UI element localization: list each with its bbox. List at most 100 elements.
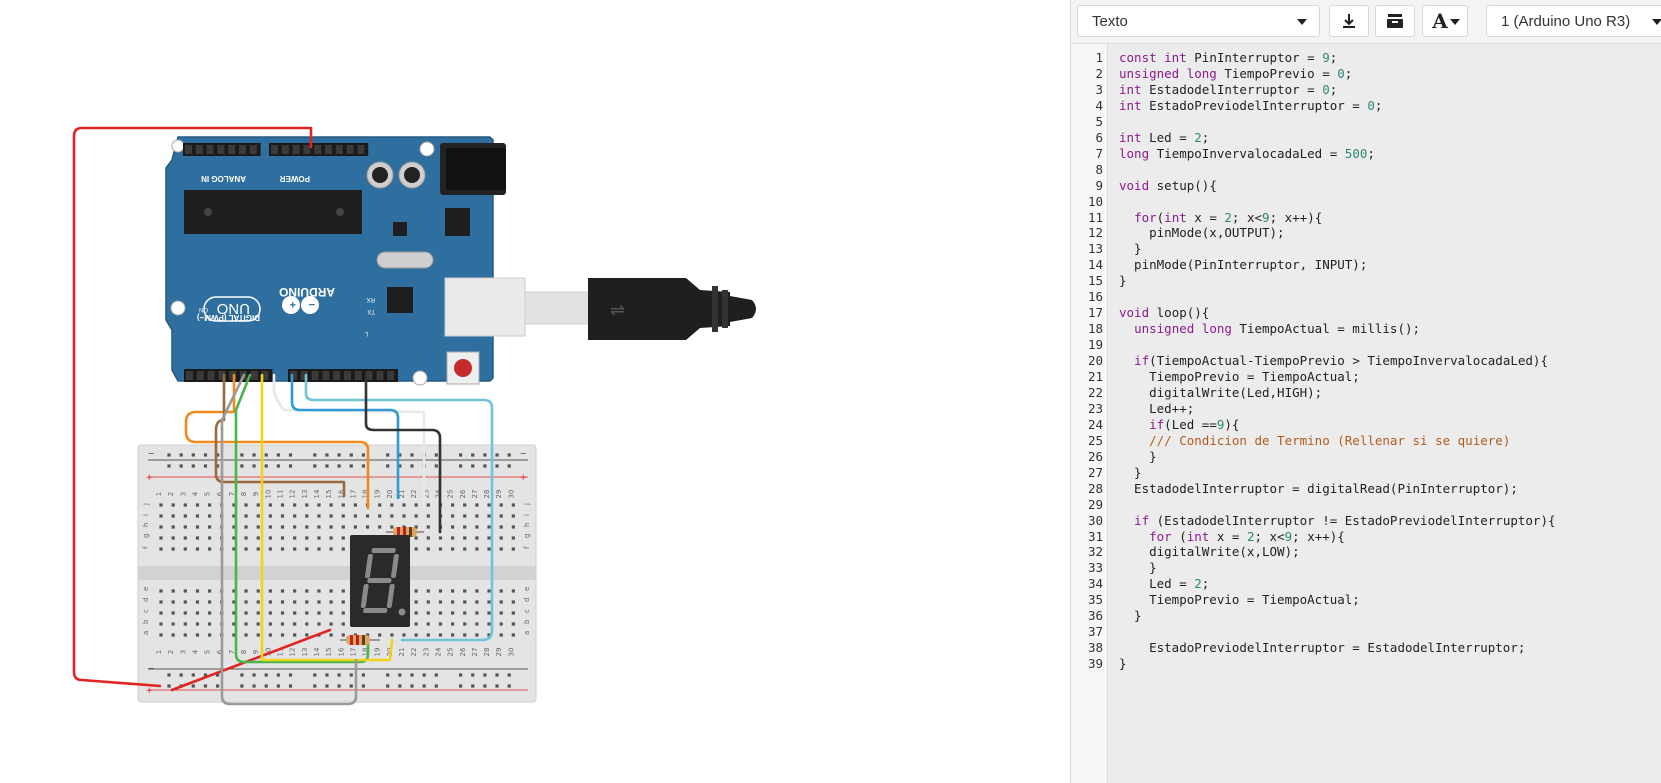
breadboard-hole[interactable] — [293, 514, 297, 518]
breadboard-hole[interactable] — [511, 611, 515, 615]
code-line[interactable]: } — [1119, 465, 1142, 481]
breadboard-hole[interactable] — [280, 622, 285, 626]
code-line[interactable]: digitalWrite(x,LOW); — [1119, 544, 1300, 560]
breadboard-hole[interactable] — [195, 514, 200, 518]
breadboard-hole[interactable] — [293, 611, 297, 615]
breadboard-hole[interactable] — [329, 547, 333, 551]
breadboard-hole[interactable] — [451, 536, 455, 540]
breadboard-hole[interactable] — [341, 589, 345, 593]
breadboard-hole[interactable] — [463, 622, 467, 626]
breadboard-hole[interactable] — [402, 503, 406, 507]
breadboard-hole[interactable] — [293, 525, 297, 529]
code-line[interactable]: EstadodelInterruptor = digitalRead(PinIn… — [1119, 481, 1518, 497]
arduino-uno-board[interactable]: ARDUINO DIGITAL (PWM~) ANALOG IN POWER O… — [165, 136, 526, 386]
breadboard-hole[interactable] — [361, 673, 365, 677]
code-line[interactable]: if (EstadodelInterruptor != EstadoPrevio… — [1119, 513, 1555, 529]
breadboard-hole[interactable] — [511, 633, 515, 637]
breadboard-hole[interactable] — [426, 547, 430, 551]
breadboard-hole[interactable] — [361, 464, 365, 468]
breadboard-hole[interactable] — [463, 536, 467, 540]
breadboard-hole[interactable] — [276, 464, 280, 468]
breadboard-hole[interactable] — [378, 633, 382, 637]
breadboard-hole[interactable] — [451, 514, 455, 518]
breadboard-hole[interactable] — [511, 514, 515, 518]
code-line[interactable]: long TiempoInvervalocadaLed = 500; — [1119, 146, 1375, 162]
breadboard-hole[interactable] — [390, 633, 394, 637]
breadboard-hole[interactable] — [256, 525, 260, 529]
breadboard-hole[interactable] — [483, 684, 487, 688]
breadboard-hole[interactable] — [159, 633, 163, 637]
breadboard-hole[interactable] — [414, 589, 418, 593]
code-line[interactable]: if(TiempoActual-TiempoPrevio > TiempoInv… — [1119, 353, 1548, 369]
breadboard-hole[interactable] — [208, 547, 212, 551]
breadboard-hole[interactable] — [341, 611, 345, 615]
breadboard-hole[interactable] — [325, 673, 329, 677]
breadboard-hole[interactable] — [475, 633, 479, 637]
breadboard-hole[interactable] — [329, 503, 333, 507]
breadboard-hole[interactable] — [288, 673, 293, 677]
breadboard-hole[interactable] — [244, 611, 248, 615]
breadboard-hole[interactable] — [471, 684, 475, 688]
breadboard-hole[interactable] — [463, 547, 467, 551]
breadboard-hole[interactable] — [390, 503, 394, 507]
breadboard-hole[interactable] — [276, 673, 280, 677]
breadboard-hole[interactable] — [256, 589, 260, 593]
breadboard-hole[interactable] — [317, 514, 321, 518]
breadboard-hole[interactable] — [495, 453, 499, 457]
header-pin[interactable] — [249, 145, 257, 154]
breadboard-hole[interactable] — [361, 453, 365, 457]
breadboard-hole[interactable] — [422, 684, 426, 688]
breadboard-hole[interactable] — [386, 453, 390, 457]
breadboard-hole[interactable] — [434, 464, 438, 468]
breadboard-hole[interactable] — [256, 600, 260, 604]
breadboard-hole[interactable] — [159, 536, 163, 540]
breadboard-hole[interactable] — [438, 633, 443, 637]
breadboard-hole[interactable] — [293, 547, 297, 551]
library-button[interactable] — [1375, 5, 1415, 37]
header-pin[interactable] — [376, 371, 384, 380]
breadboard-hole[interactable] — [341, 600, 345, 604]
breadboard-hole[interactable] — [463, 589, 467, 593]
breadboard-hole[interactable] — [499, 525, 503, 529]
breadboard-hole[interactable] — [511, 589, 515, 593]
header-pin[interactable] — [186, 371, 193, 380]
breadboard-hole[interactable] — [341, 503, 345, 507]
breadboard-hole[interactable] — [268, 611, 272, 615]
breadboard-hole[interactable] — [349, 684, 353, 688]
breadboard-hole[interactable] — [451, 600, 455, 604]
code-line[interactable]: } — [1119, 273, 1127, 289]
breadboard-hole[interactable] — [329, 536, 333, 540]
breadboard-hole[interactable] — [426, 600, 430, 604]
code-line[interactable]: } — [1119, 449, 1157, 465]
breadboard-hole[interactable] — [191, 673, 195, 677]
breadboard-hole[interactable] — [268, 547, 272, 551]
breadboard-hole[interactable] — [378, 514, 382, 518]
breadboard-hole[interactable] — [293, 622, 297, 626]
header-pin[interactable] — [344, 371, 351, 380]
breadboard-hole[interactable] — [195, 600, 200, 604]
breadboard-hole[interactable] — [386, 673, 390, 677]
breadboard-hole[interactable] — [317, 525, 321, 529]
breadboard-hole[interactable] — [183, 525, 187, 529]
header-pin[interactable] — [250, 371, 258, 380]
breadboard-hole[interactable] — [293, 536, 297, 540]
code-line[interactable]: } — [1119, 608, 1142, 624]
breadboard-hole[interactable] — [353, 525, 357, 529]
breadboard-hole[interactable] — [305, 622, 309, 626]
breadboard-hole[interactable] — [475, 547, 479, 551]
breadboard-hole[interactable] — [329, 633, 333, 637]
code-line[interactable]: if(Led ==9){ — [1119, 417, 1239, 433]
breadboard-hole[interactable] — [329, 589, 333, 593]
breadboard-hole[interactable] — [487, 514, 491, 518]
header-pin[interactable] — [271, 145, 278, 154]
breadboard-hole[interactable] — [507, 684, 511, 688]
breadboard-hole[interactable] — [317, 600, 321, 604]
breadboard-hole[interactable] — [410, 684, 414, 688]
breadboard-hole[interactable] — [438, 547, 443, 551]
header-pin[interactable] — [217, 145, 225, 154]
breadboard-hole[interactable] — [329, 525, 333, 529]
breadboard-hole[interactable] — [438, 600, 443, 604]
breadboard-hole[interactable] — [475, 600, 479, 604]
header-pin[interactable] — [207, 371, 215, 380]
code-line[interactable]: void setup(){ — [1119, 178, 1217, 194]
